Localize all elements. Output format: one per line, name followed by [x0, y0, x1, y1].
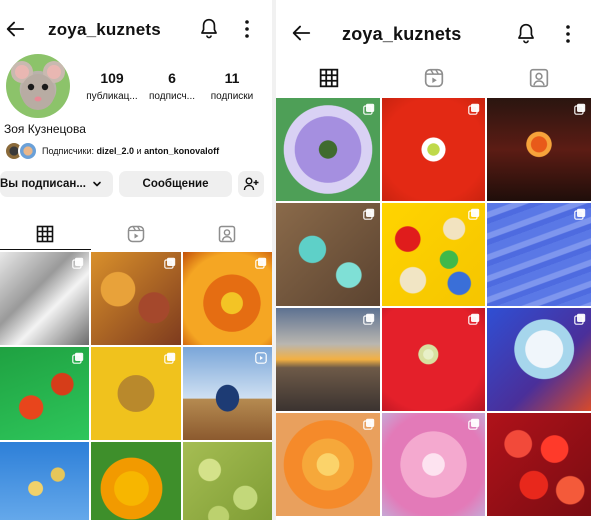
- post-tile-autumn-still-life[interactable]: [91, 252, 181, 345]
- post-tile-orange-dahlias[interactable]: [182, 252, 272, 345]
- message-button[interactable]: Сообщение: [119, 171, 232, 197]
- back-arrow-icon[interactable]: [4, 18, 26, 40]
- multiple-photos-icon: [362, 103, 374, 115]
- chevron-down-icon: [93, 181, 101, 187]
- tagged-icon: [529, 68, 548, 88]
- mutual-followers[interactable]: Подписчики: dizel_2.0 и anton_konovaloff: [4, 140, 219, 162]
- multiple-photos-icon: [574, 208, 586, 220]
- multiple-photos-icon: [468, 103, 480, 115]
- post-tile-chinese-lanterns[interactable]: [487, 98, 591, 201]
- tab-tagged[interactable]: [181, 218, 272, 250]
- multiple-photos-icon: [362, 418, 374, 430]
- bell-icon[interactable]: [199, 17, 219, 39]
- post-tile-red-berries[interactable]: [487, 413, 591, 516]
- post-tile-blossom-branch[interactable]: [0, 442, 90, 520]
- mutual-followers-text: Подписчики: dizel_2.0 и anton_konovaloff: [42, 146, 220, 156]
- tab-grid[interactable]: [276, 58, 381, 98]
- multiple-photos-icon: [468, 208, 480, 220]
- post-tile-dice-on-yellow[interactable]: [381, 203, 486, 306]
- profile-header: zoya_kuznets: [0, 0, 272, 56]
- posts-grid: [276, 98, 591, 516]
- multiple-photos-icon: [163, 352, 175, 364]
- post-tile-chafer-beetle-on-flower[interactable]: [276, 98, 380, 201]
- tab-reels[interactable]: [381, 58, 486, 98]
- grid-icon: [37, 225, 54, 243]
- reels-icon: [127, 225, 145, 243]
- profile-real-name: Зоя Кузнецова: [4, 122, 86, 136]
- subscribed-button[interactable]: Вы подписан...: [0, 171, 113, 197]
- profile-tabs: [0, 218, 272, 250]
- tagged-icon: [218, 225, 235, 243]
- multiple-photos-icon: [468, 313, 480, 325]
- multiple-photos-icon: [362, 208, 374, 220]
- more-vertical-icon[interactable]: [244, 19, 250, 39]
- followers-count[interactable]: 6 подписч...: [140, 70, 204, 102]
- multiple-photos-icon: [362, 313, 374, 325]
- follower-avatar: [18, 141, 38, 161]
- post-tile-green-grapes[interactable]: [182, 442, 272, 520]
- post-tile-frosty-branches[interactable]: [0, 252, 90, 345]
- reels-icon: [424, 68, 443, 88]
- profile-header: zoya_kuznets: [276, 0, 591, 56]
- post-tile-red-poppy-close[interactable]: [381, 308, 486, 411]
- back-arrow-icon[interactable]: [290, 22, 312, 44]
- multiple-photos-icon: [72, 352, 84, 364]
- tab-grid[interactable]: [0, 218, 91, 250]
- reel-icon: [255, 352, 267, 364]
- add-person-button[interactable]: [238, 171, 264, 197]
- avatar[interactable]: [6, 54, 70, 118]
- right-profile-panel: zoya_kuznets: [276, 0, 591, 520]
- multiple-photos-icon: [468, 418, 480, 430]
- post-tile-blue-ripples[interactable]: [487, 203, 591, 306]
- post-tile-orange-rose[interactable]: [276, 413, 380, 516]
- multiple-photos-icon: [163, 257, 175, 269]
- mouse-avatar-image: [11, 61, 65, 110]
- tab-reels[interactable]: [91, 218, 182, 250]
- tab-tagged[interactable]: [486, 58, 591, 98]
- multiple-photos-icon: [574, 103, 586, 115]
- following-count[interactable]: 11 подписки: [200, 70, 264, 102]
- more-vertical-icon[interactable]: [565, 24, 571, 44]
- post-tile-yellow-chrysanthemums[interactable]: [91, 442, 181, 520]
- post-tile-white-iris-on-blue[interactable]: [487, 308, 591, 411]
- add-person-icon: [243, 177, 259, 191]
- post-tile-church-domes[interactable]: [182, 347, 272, 440]
- post-tile-yellow-leaf[interactable]: [91, 347, 181, 440]
- post-tile-red-poppy[interactable]: [381, 98, 486, 201]
- post-tile-turquoise-mineral[interactable]: [276, 203, 380, 306]
- posts-count[interactable]: 109 публикац...: [80, 70, 144, 102]
- multiple-photos-icon: [255, 257, 267, 269]
- post-tile-pink-iris[interactable]: [381, 413, 486, 516]
- post-tile-physalis-on-green[interactable]: [0, 347, 90, 440]
- multiple-photos-icon: [574, 313, 586, 325]
- profile-tabs: [276, 58, 591, 98]
- profile-username: zoya_kuznets: [48, 20, 161, 39]
- posts-grid: [0, 252, 272, 520]
- multiple-photos-icon: [72, 257, 84, 269]
- grid-icon: [319, 68, 338, 88]
- left-profile-panel: zoya_kuznets 109 публикац... 6 подписч..…: [0, 0, 272, 520]
- post-tile-sunset-on-shore[interactable]: [276, 308, 380, 411]
- profile-username: zoya_kuznets: [342, 24, 462, 44]
- bell-icon[interactable]: [516, 22, 536, 44]
